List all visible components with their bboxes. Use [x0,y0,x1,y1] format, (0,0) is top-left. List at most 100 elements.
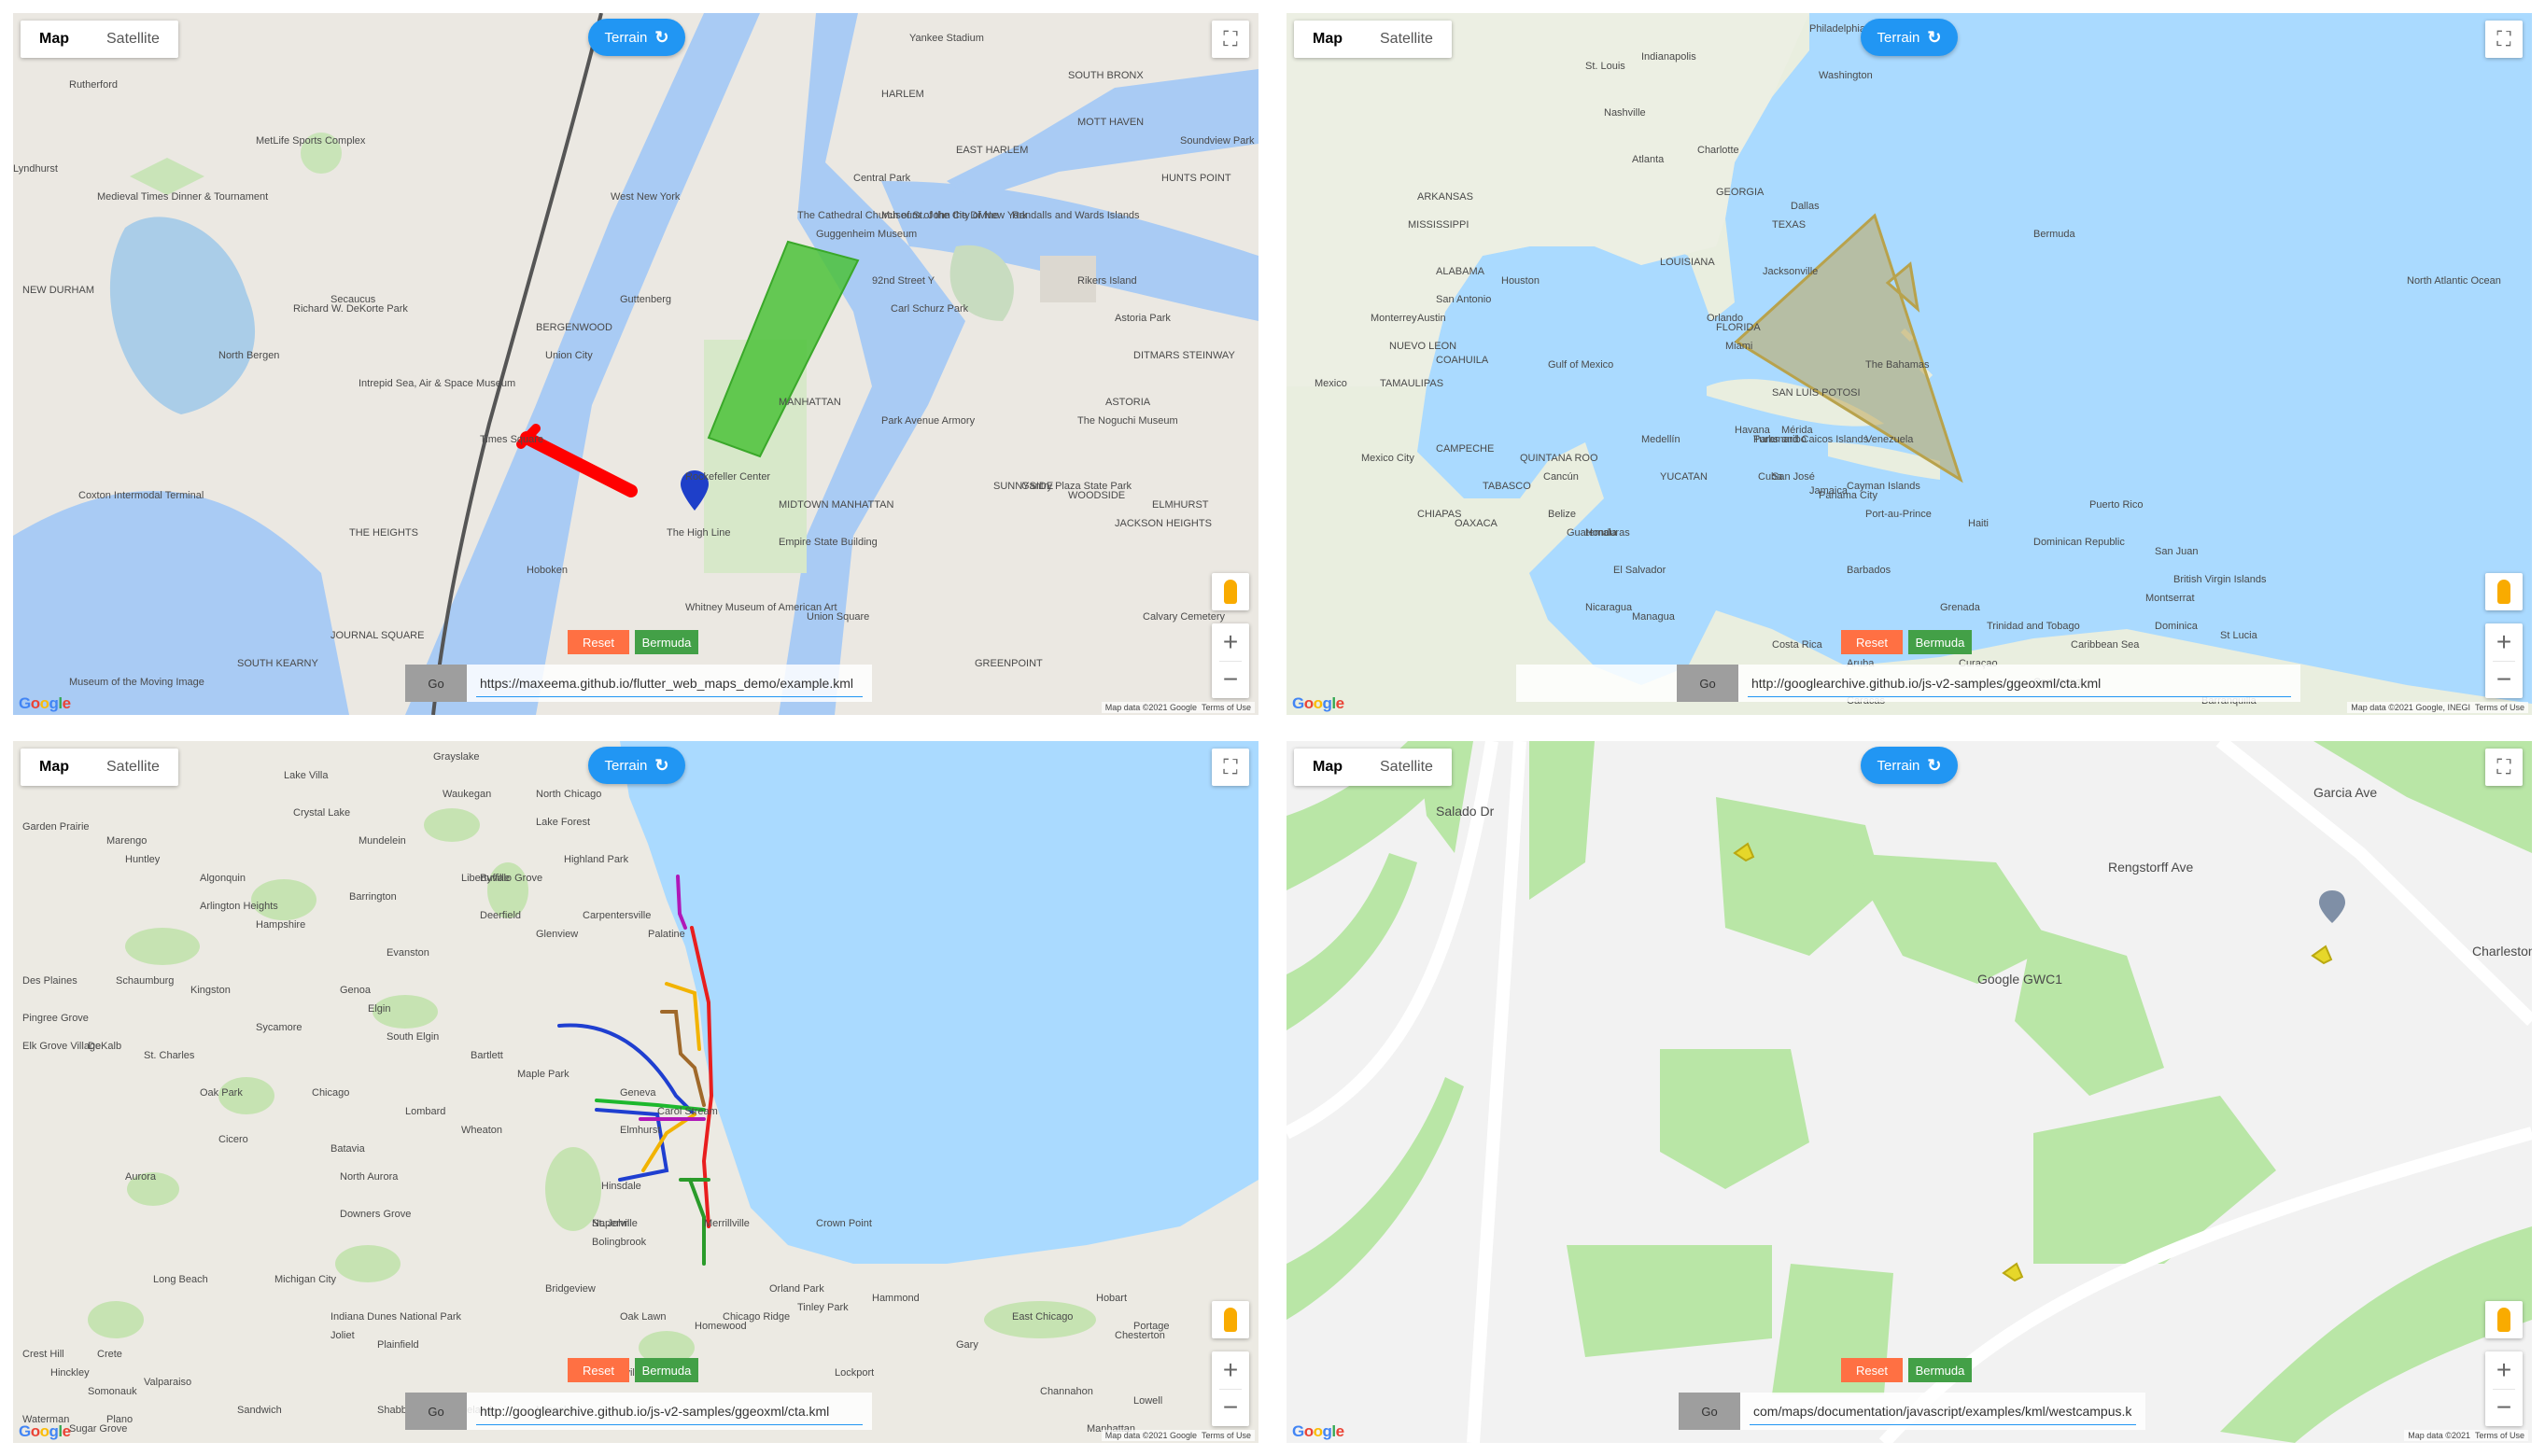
map-panel-bermuda[interactable]: United StatesSt. LouisIndianapolisPhilad… [1287,13,2532,715]
zoom-in-button[interactable]: + [1212,1351,1249,1389]
map-label: FLORIDA [1716,322,1761,333]
terrain-button[interactable]: Terrain ↻ [1861,747,1958,784]
go-button[interactable]: Go [405,665,467,702]
go-button[interactable]: Go [405,1393,467,1430]
terms-link[interactable]: Terms of Use [1202,703,1251,712]
pegman-icon[interactable] [2485,1301,2523,1338]
map-label: South Elgin [387,1031,439,1043]
map-label: Sycamore [256,1022,302,1033]
kml-url-input[interactable] [476,669,863,697]
map-label: Elmhurst [620,1125,660,1136]
map-panel-westcampus[interactable]: Salado Dr Garcia Ave Rengstorff Ave Google … [1287,741,2532,1443]
bermuda-button[interactable]: Bermuda [635,630,698,654]
map-label: Dallas [1791,201,1820,212]
map-label: ELMHURST [1152,499,1209,511]
kml-url-bar: Go [405,665,872,702]
map-label: British Virgin Islands [2173,574,2267,585]
map-label: ALABAMA [1436,266,1485,277]
kml-url-input[interactable] [1748,669,2291,697]
map-type-map[interactable]: Map [21,21,88,58]
reset-button[interactable]: Reset [1841,1358,1903,1382]
map-label: Rockefeller Center [685,471,770,483]
map-canvas[interactable]: Rutherford MetLife Sports Complex Lyndhurs… [13,13,1258,715]
map-label: MANHATTAN [779,397,841,408]
zoom-out-button[interactable]: − [2485,661,2523,698]
map-label: Bolingbrook [592,1237,647,1248]
fullscreen-icon[interactable]: ⛶ [2485,21,2523,58]
terrain-button[interactable]: Terrain ↻ [1861,19,1958,56]
map-panel-chicago[interactable]: GrayslakeWoodstockLake VillaWaukeganNort… [13,741,1258,1443]
map-label: Philadelphia [1809,23,1866,35]
map-canvas[interactable]: United StatesSt. LouisIndianapolisPhilad… [1287,13,2532,715]
zoom-out-button[interactable]: − [2485,1389,2523,1426]
map-type-satellite[interactable]: Satellite [88,21,178,58]
map-label: St Lucia [2220,630,2258,641]
fullscreen-icon[interactable]: ⛶ [1212,749,1249,786]
map-type-control: Map Satellite [1294,749,1452,786]
fullscreen-icon[interactable]: ⛶ [1212,21,1249,58]
map-label: Intrepid Sea, Air & Space Museum [359,378,515,389]
terms-link[interactable]: Terms of Use [2475,1431,2524,1440]
kml-url-input[interactable] [476,1397,863,1425]
map-label: Puerto Rico [2089,499,2143,511]
pegman-icon[interactable] [1212,1301,1249,1338]
bermuda-button[interactable]: Bermuda [635,1358,698,1382]
map-label: The Noguchi Museum [1077,415,1178,427]
map-type-map[interactable]: Map [1294,21,1361,58]
bermuda-button[interactable]: Bermuda [1908,630,1972,654]
map-label: Hoboken [527,565,568,576]
map-label: Times Square [480,434,543,445]
zoom-in-button[interactable]: + [2485,1351,2523,1389]
go-button[interactable]: Go [1677,665,1738,702]
map-label: MIDTOWN MANHATTAN [779,499,893,511]
map-label: Long Beach [153,1274,208,1285]
terms-link[interactable]: Terms of Use [1202,1431,1251,1440]
map-label: Elgin [368,1003,390,1015]
map-label: Trinidad and Tobago [1987,621,2080,632]
map-type-satellite[interactable]: Satellite [1361,749,1452,786]
map-label: Union City [545,350,593,361]
terrain-button[interactable]: Terrain ↻ [588,747,685,784]
map-label: Yankee Stadium [909,33,984,44]
terms-link[interactable]: Terms of Use [2475,703,2524,712]
zoom-out-button[interactable]: − [1212,661,1249,698]
zoom-in-button[interactable]: + [2485,623,2523,661]
map-label: Rikers Island [1077,275,1137,287]
pegman-icon[interactable] [2485,573,2523,610]
terrain-button[interactable]: Terrain ↻ [588,19,685,56]
reset-button[interactable]: Reset [1841,630,1903,654]
map-label: Montserrat [2145,593,2195,604]
map-panel-manhattan[interactable]: Rutherford MetLife Sports Complex Lyndhurs… [13,13,1258,715]
kml-url-input[interactable] [1750,1397,2136,1425]
zoom-in-button[interactable]: + [1212,623,1249,661]
go-button[interactable]: Go [1679,1393,1740,1430]
map-label: Plainfield [377,1339,419,1351]
map-label: Park Avenue Armory [881,415,976,427]
map-label: Medieval Times Dinner & Tournament [97,191,268,203]
map-label: Buffalo Grove [480,873,542,884]
map-label: Maple Park [517,1069,569,1080]
reset-button[interactable]: Reset [568,1358,629,1382]
map-label: Sandwich [237,1405,282,1416]
map-canvas[interactable]: Salado Dr Garcia Ave Rengstorff Ave Google … [1287,741,2532,1443]
attribution: Map data ©2021 Google, INEGI Terms of Us… [2347,702,2528,713]
map-label: Nicaragua [1585,602,1633,613]
map-label: Wheaton [461,1125,502,1136]
map-type-map[interactable]: Map [1294,749,1361,786]
refresh-icon: ↻ [1927,27,1942,47]
fullscreen-icon[interactable]: ⛶ [2485,749,2523,786]
map-type-satellite[interactable]: Satellite [1361,21,1452,58]
bermuda-button[interactable]: Bermuda [1908,1358,1972,1382]
terrain-label: Terrain [604,757,648,774]
map-label: GREENPOINT [975,658,1043,669]
reset-button[interactable]: Reset [568,630,629,654]
zoom-out-button[interactable]: − [1212,1389,1249,1426]
kml-url-bar: Go [405,1393,872,1430]
map-label: Cayman Islands [1847,481,1920,492]
map-canvas[interactable]: GrayslakeWoodstockLake VillaWaukeganNort… [13,741,1258,1443]
map-label: Bartlett [471,1050,503,1061]
pegman-icon[interactable] [1212,573,1249,610]
map-label: Venezuela [1865,434,1914,445]
map-type-map[interactable]: Map [21,749,88,786]
map-type-satellite[interactable]: Satellite [88,749,178,786]
